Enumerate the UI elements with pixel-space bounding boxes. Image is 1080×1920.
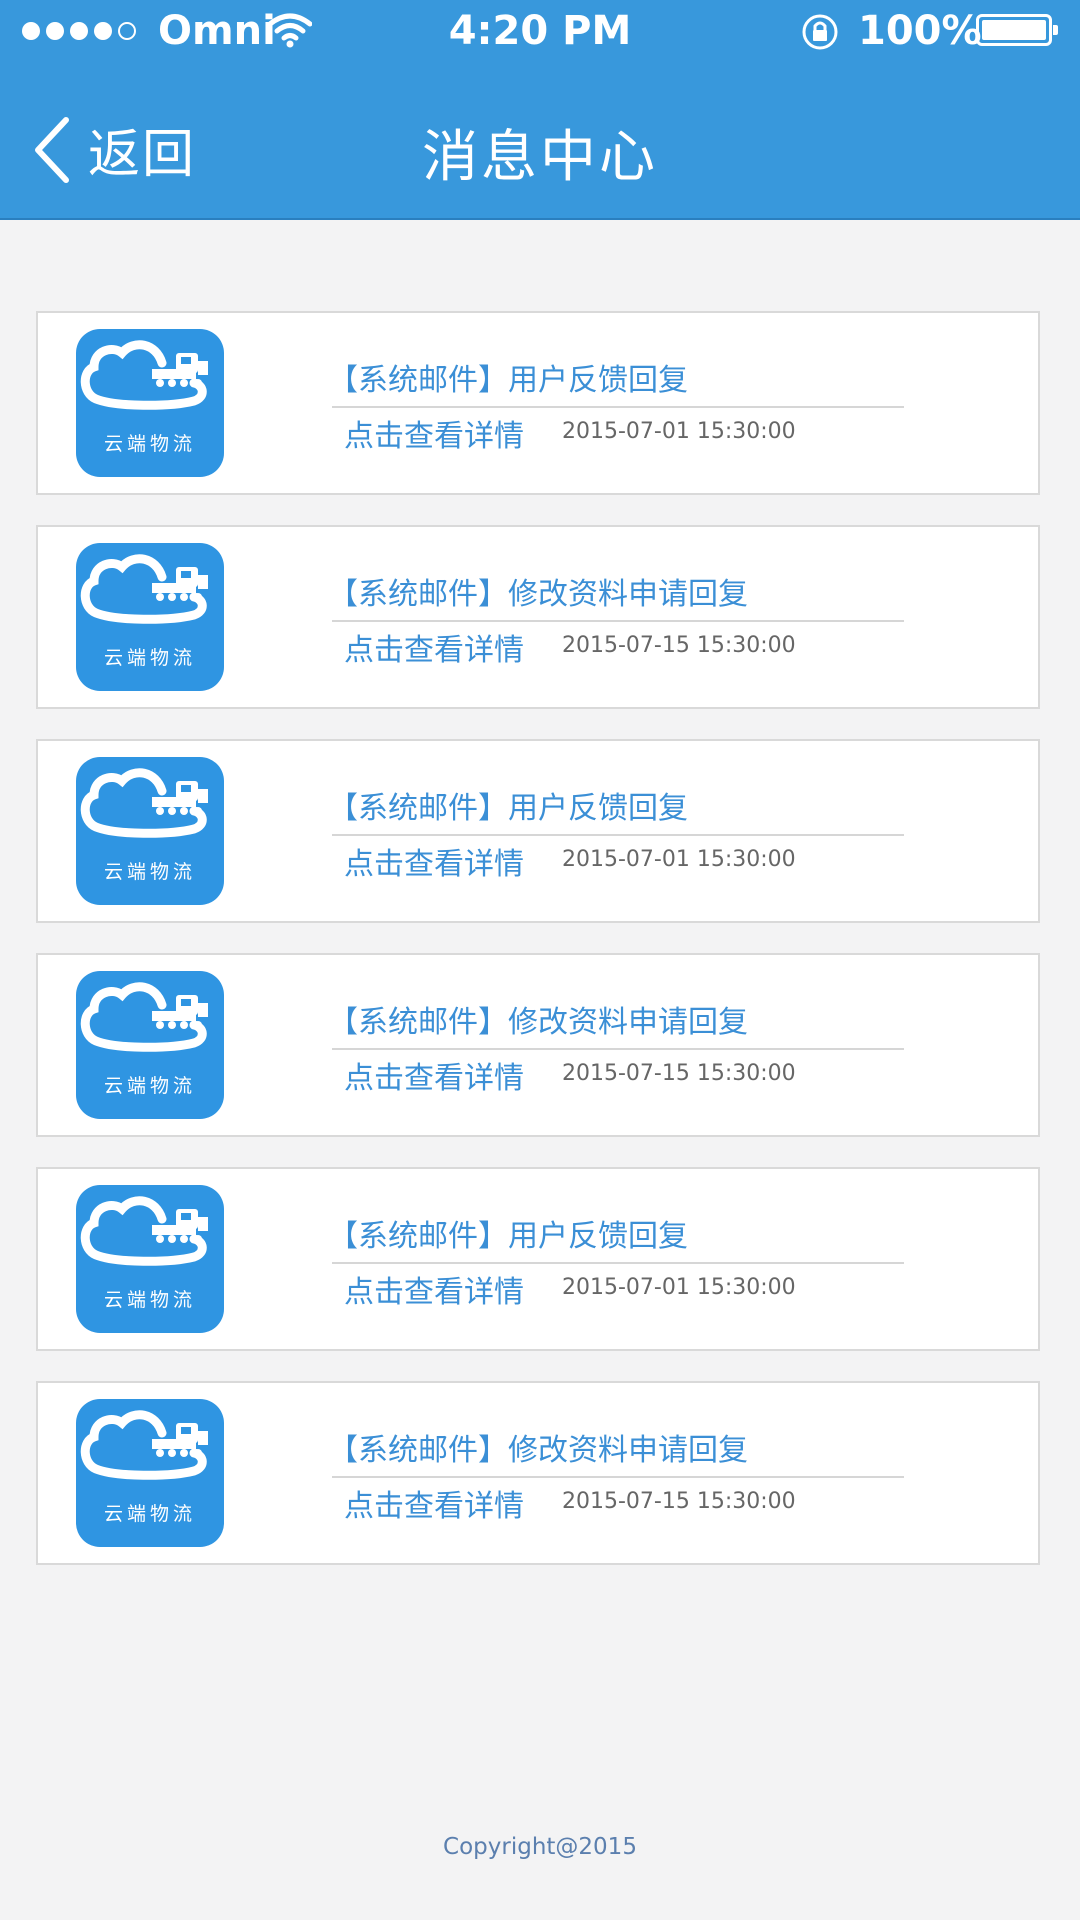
cloud-truck-icon [80, 1196, 208, 1266]
battery-percentage: 100% [858, 8, 982, 54]
logo-text: 云端物流 [103, 1289, 196, 1311]
message-item[interactable]: 云端物流 【系统邮件】用户反馈回复 点击查看详情 2015-07-01 15:3… [36, 1167, 1040, 1351]
message-item[interactable]: 云端物流 【系统邮件】修改资料申请回复 点击查看详情 2015-07-15 15… [36, 525, 1040, 709]
cloud-truck-icon [80, 1410, 208, 1480]
view-details-link[interactable]: 点击查看详情 [344, 625, 524, 669]
app-logo: 云端物流 [76, 757, 224, 905]
battery-icon [976, 14, 1058, 46]
view-details-link[interactable]: 点击查看详情 [344, 1267, 524, 1311]
view-details-link[interactable]: 点击查看详情 [344, 1053, 524, 1097]
message-title: 【系统邮件】修改资料申请回复 [328, 1433, 748, 1468]
status-bar: Omni 4:20 PM 100% [0, 0, 1080, 64]
app-logo: 云端物流 [76, 329, 224, 477]
message-item[interactable]: 云端物流 【系统邮件】用户反馈回复 点击查看详情 2015-07-01 15:3… [36, 739, 1040, 923]
message-time: 2015-07-01 15:30:00 [562, 847, 796, 872]
app-logo: 云端物流 [76, 1399, 224, 1547]
app-logo: 云端物流 [76, 971, 224, 1119]
message-item[interactable]: 云端物流 【系统邮件】修改资料申请回复 点击查看详情 2015-07-15 15… [36, 1381, 1040, 1565]
divider [332, 1476, 904, 1478]
app-logo: 云端物流 [76, 1185, 224, 1333]
divider [332, 620, 904, 622]
cloud-truck-icon [80, 340, 208, 410]
view-details-link[interactable]: 点击查看详情 [344, 1481, 524, 1525]
page-title: 消息中心 [422, 125, 658, 190]
logo-text: 云端物流 [103, 1503, 196, 1525]
view-details-link[interactable]: 点击查看详情 [344, 839, 524, 883]
message-item[interactable]: 云端物流 【系统邮件】用户反馈回复 点击查看详情 2015-07-01 15:3… [36, 311, 1040, 495]
divider [332, 406, 904, 408]
logo-text: 云端物流 [103, 1075, 196, 1097]
logo-text: 云端物流 [103, 433, 196, 455]
rotation-lock-icon [802, 14, 838, 50]
logo-text: 云端物流 [103, 861, 196, 883]
divider [332, 1262, 904, 1264]
message-time: 2015-07-15 15:30:00 [562, 633, 796, 658]
copyright-text: Copyright@2015 [443, 1834, 637, 1860]
cloud-truck-icon [80, 982, 208, 1052]
message-time: 2015-07-01 15:30:00 [562, 419, 796, 444]
message-title: 【系统邮件】用户反馈回复 [328, 363, 688, 398]
message-time: 2015-07-01 15:30:00 [562, 1275, 796, 1300]
message-time: 2015-07-15 15:30:00 [562, 1489, 796, 1514]
cloud-truck-icon [80, 768, 208, 838]
view-details-link[interactable]: 点击查看详情 [344, 411, 524, 455]
cloud-truck-icon [80, 554, 208, 624]
message-title: 【系统邮件】修改资料申请回复 [328, 577, 748, 612]
message-time: 2015-07-15 15:30:00 [562, 1061, 796, 1086]
divider [332, 1048, 904, 1050]
message-title: 【系统邮件】用户反馈回复 [328, 791, 688, 826]
message-list: 云端物流 【系统邮件】用户反馈回复 点击查看详情 2015-07-01 15:3… [36, 311, 1040, 1595]
logo-text: 云端物流 [103, 647, 196, 669]
message-item[interactable]: 云端物流 【系统邮件】修改资料申请回复 点击查看详情 2015-07-15 15… [36, 953, 1040, 1137]
app-logo: 云端物流 [76, 543, 224, 691]
message-title: 【系统邮件】用户反馈回复 [328, 1219, 688, 1254]
app-header: Omni 4:20 PM 100% 返回 消息中心 [0, 0, 1080, 220]
message-title: 【系统邮件】修改资料申请回复 [328, 1005, 748, 1040]
divider [332, 834, 904, 836]
